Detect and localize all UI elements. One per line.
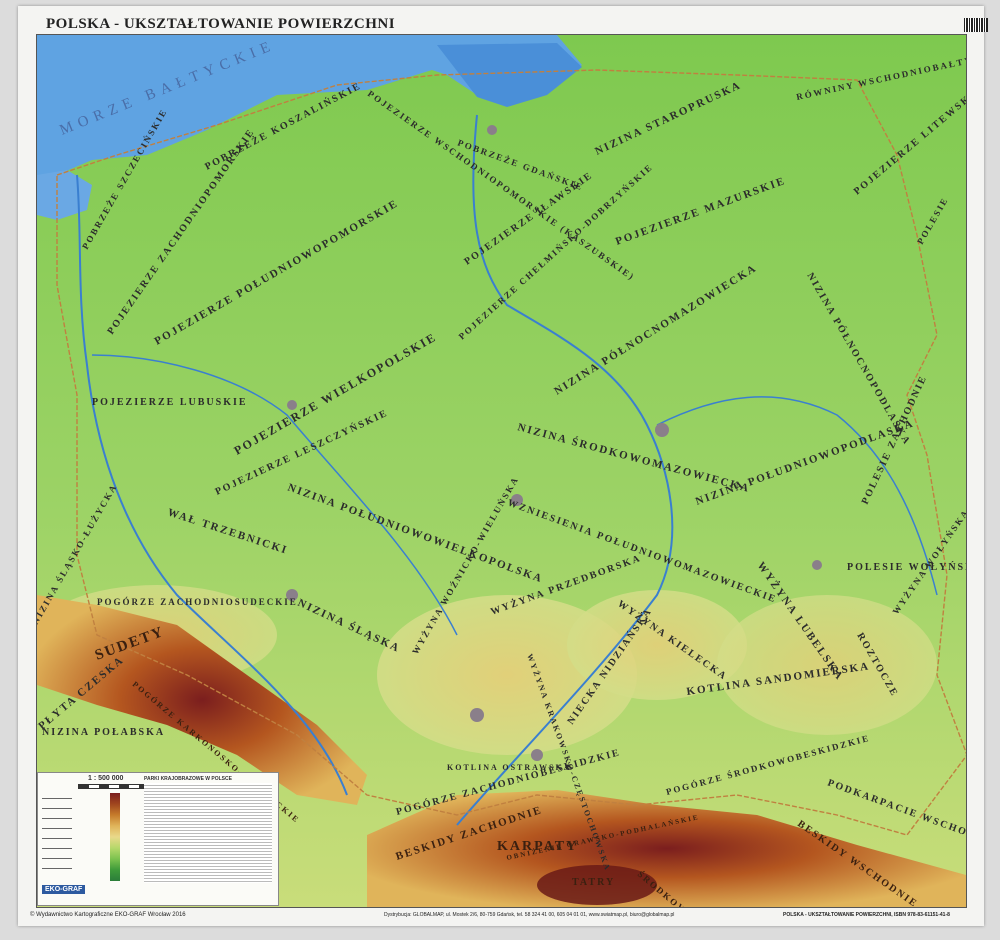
label-tatry: TATRY [572, 877, 615, 888]
legend-line [42, 838, 72, 839]
label-lubuskie: POJEZIERZE LUBUSKIE [92, 397, 248, 408]
publisher-logo: EKO-GRAF [42, 885, 86, 894]
legend-line [42, 828, 72, 829]
map-legend: 1 : 500 000 PARKI KRAJOBRAZOWE W POLSCE … [37, 772, 279, 906]
legend-line [42, 808, 72, 809]
legend-line [42, 818, 72, 819]
city-gdansk [487, 125, 497, 135]
footer-isbn: POLSKA - UKSZTAŁTOWANIE POWIERZCHNI, ISB… [783, 912, 950, 918]
barcode [964, 18, 988, 32]
scale-label: 1 : 500 000 [88, 775, 124, 782]
label-polesie-wolynskie: POLESIE WOŁYŃSKIE [847, 561, 966, 573]
footer-copyright: © Wydawnictwo Kartograficzne EKO-GRAF Wr… [30, 912, 186, 918]
map-title: POLSKA - UKSZTAŁTOWANIE POWIERZCHNI [46, 16, 396, 32]
city-krakow [531, 749, 543, 761]
legend-line [42, 848, 72, 849]
parks-list [144, 783, 272, 883]
city-lublin [812, 560, 822, 570]
hypsometric-scale [110, 793, 120, 881]
legend-line [42, 858, 72, 859]
parks-title: PARKI KRAJOBRAZOWE W POLSCE [144, 776, 232, 782]
city-katowice [470, 708, 484, 722]
label-pogorze-zachodniosudeckie: POGÓRZE ZACHODNIOSUDECKIE [97, 597, 298, 607]
footer-distribution: Dystrybucja: GLOBALMAP, ul. Mostek 2/6, … [384, 912, 675, 918]
city-warszawa [655, 423, 669, 437]
legend-line [42, 868, 72, 869]
label-nizina-polabska: NIZINA POŁABSKA [42, 727, 165, 738]
legend-line [42, 798, 72, 799]
